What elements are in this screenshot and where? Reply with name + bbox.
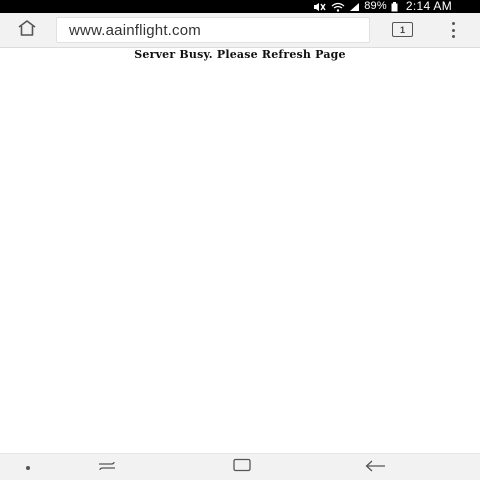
back-button[interactable]	[362, 454, 388, 480]
recent-apps-button[interactable]	[94, 454, 120, 480]
browser-toolbar: www.aainflight.com 1	[0, 13, 480, 48]
url-text: www.aainflight.com	[69, 21, 201, 39]
overflow-menu-button[interactable]	[446, 22, 460, 38]
overflow-menu-icon	[451, 22, 455, 25]
navigation-bar	[0, 453, 480, 480]
battery-percent: 89%	[364, 0, 387, 12]
tab-switcher-button[interactable]: 1	[392, 22, 413, 37]
status-bar: 89% 2:14 AM	[0, 0, 480, 13]
status-icons: 89% 2:14 AM	[313, 0, 452, 13]
nav-dot-icon	[26, 465, 30, 470]
battery-icon	[391, 1, 398, 12]
back-arrow-icon	[364, 459, 386, 477]
signal-icon	[349, 2, 360, 12]
menu-dot	[451, 35, 455, 38]
home-nav-button[interactable]	[229, 454, 255, 480]
home-icon	[17, 19, 37, 42]
server-busy-message: Server Busy. Please Refresh Page	[134, 48, 346, 61]
page-content: Server Busy. Please Refresh Page	[0, 48, 480, 453]
home-button[interactable]	[16, 19, 38, 42]
tab-count: 1	[399, 24, 405, 35]
clock: 2:14 AM	[405, 0, 452, 13]
home-button-icon	[232, 458, 252, 477]
menu-dot	[451, 28, 455, 32]
recent-apps-icon	[97, 459, 117, 477]
mute-icon	[313, 2, 327, 12]
nav-dot-button[interactable]	[18, 454, 38, 480]
address-bar[interactable]: www.aainflight.com	[56, 17, 370, 43]
wifi-icon	[331, 2, 345, 12]
